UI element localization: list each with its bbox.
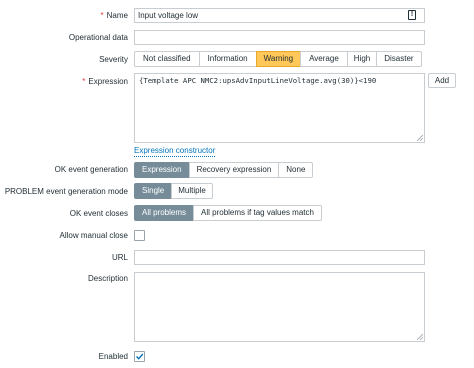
add-button[interactable]: Add xyxy=(428,73,456,88)
ok-event-generation-selector: Expression Recovery expression None xyxy=(134,162,314,178)
problem-mode-selector: Single Multiple xyxy=(134,183,213,199)
ok-closes-all-problems[interactable]: All problems xyxy=(134,205,195,221)
severity-label: Severity xyxy=(99,55,128,64)
severity-average[interactable]: Average xyxy=(300,51,348,67)
ok-event-recovery-expression[interactable]: Recovery expression xyxy=(188,162,280,178)
expression-constructor-link[interactable]: Expression constructor xyxy=(134,146,216,157)
severity-information[interactable]: Information xyxy=(198,51,257,67)
expression-label: Expression xyxy=(82,77,128,87)
ok-closes-if-tags-match[interactable]: All problems if tag values match xyxy=(193,205,322,221)
problem-mode-multiple[interactable]: Multiple xyxy=(171,183,213,199)
ok-event-none[interactable]: None xyxy=(278,162,314,178)
problem-mode-single[interactable]: Single xyxy=(134,183,173,199)
severity-not-classified[interactable]: Not classified xyxy=(134,51,200,67)
enabled-checkbox[interactable] xyxy=(134,351,145,362)
operational-data-input[interactable] xyxy=(134,30,425,45)
operational-data-label: Operational data xyxy=(68,33,128,42)
name-label: Name xyxy=(101,11,128,21)
checkmark-icon xyxy=(136,353,144,360)
severity-selector: Not classified Information Warning Avera… xyxy=(134,51,422,67)
ok-event-generation-label: OK event generation xyxy=(54,165,128,174)
enabled-label: Enabled xyxy=(98,352,128,361)
resize-grip-icon[interactable] xyxy=(417,135,423,141)
ok-event-closes-selector: All problems All problems if tag values … xyxy=(134,205,322,221)
severity-warning[interactable]: Warning xyxy=(255,51,302,67)
expression-textarea[interactable]: {Template APC NMC2:upsAdvInputLineVoltag… xyxy=(134,73,425,143)
description-textarea[interactable] xyxy=(134,272,425,342)
severity-high[interactable]: High xyxy=(346,51,378,67)
macro-icon[interactable]: ! xyxy=(408,10,416,20)
ok-event-expression[interactable]: Expression xyxy=(134,162,190,178)
name-input[interactable]: Input voltage low xyxy=(134,8,425,23)
problem-mode-label: PROBLEM event generation mode xyxy=(4,187,128,196)
allow-manual-close-label: Allow manual close xyxy=(59,231,128,240)
allow-manual-close-checkbox[interactable] xyxy=(134,230,145,241)
description-label: Description xyxy=(87,274,128,283)
url-input[interactable] xyxy=(134,250,425,265)
url-label: URL xyxy=(111,253,128,262)
severity-disaster[interactable]: Disaster xyxy=(376,51,422,67)
ok-event-closes-label: OK event closes xyxy=(69,209,128,218)
resize-grip-icon[interactable] xyxy=(417,334,423,340)
